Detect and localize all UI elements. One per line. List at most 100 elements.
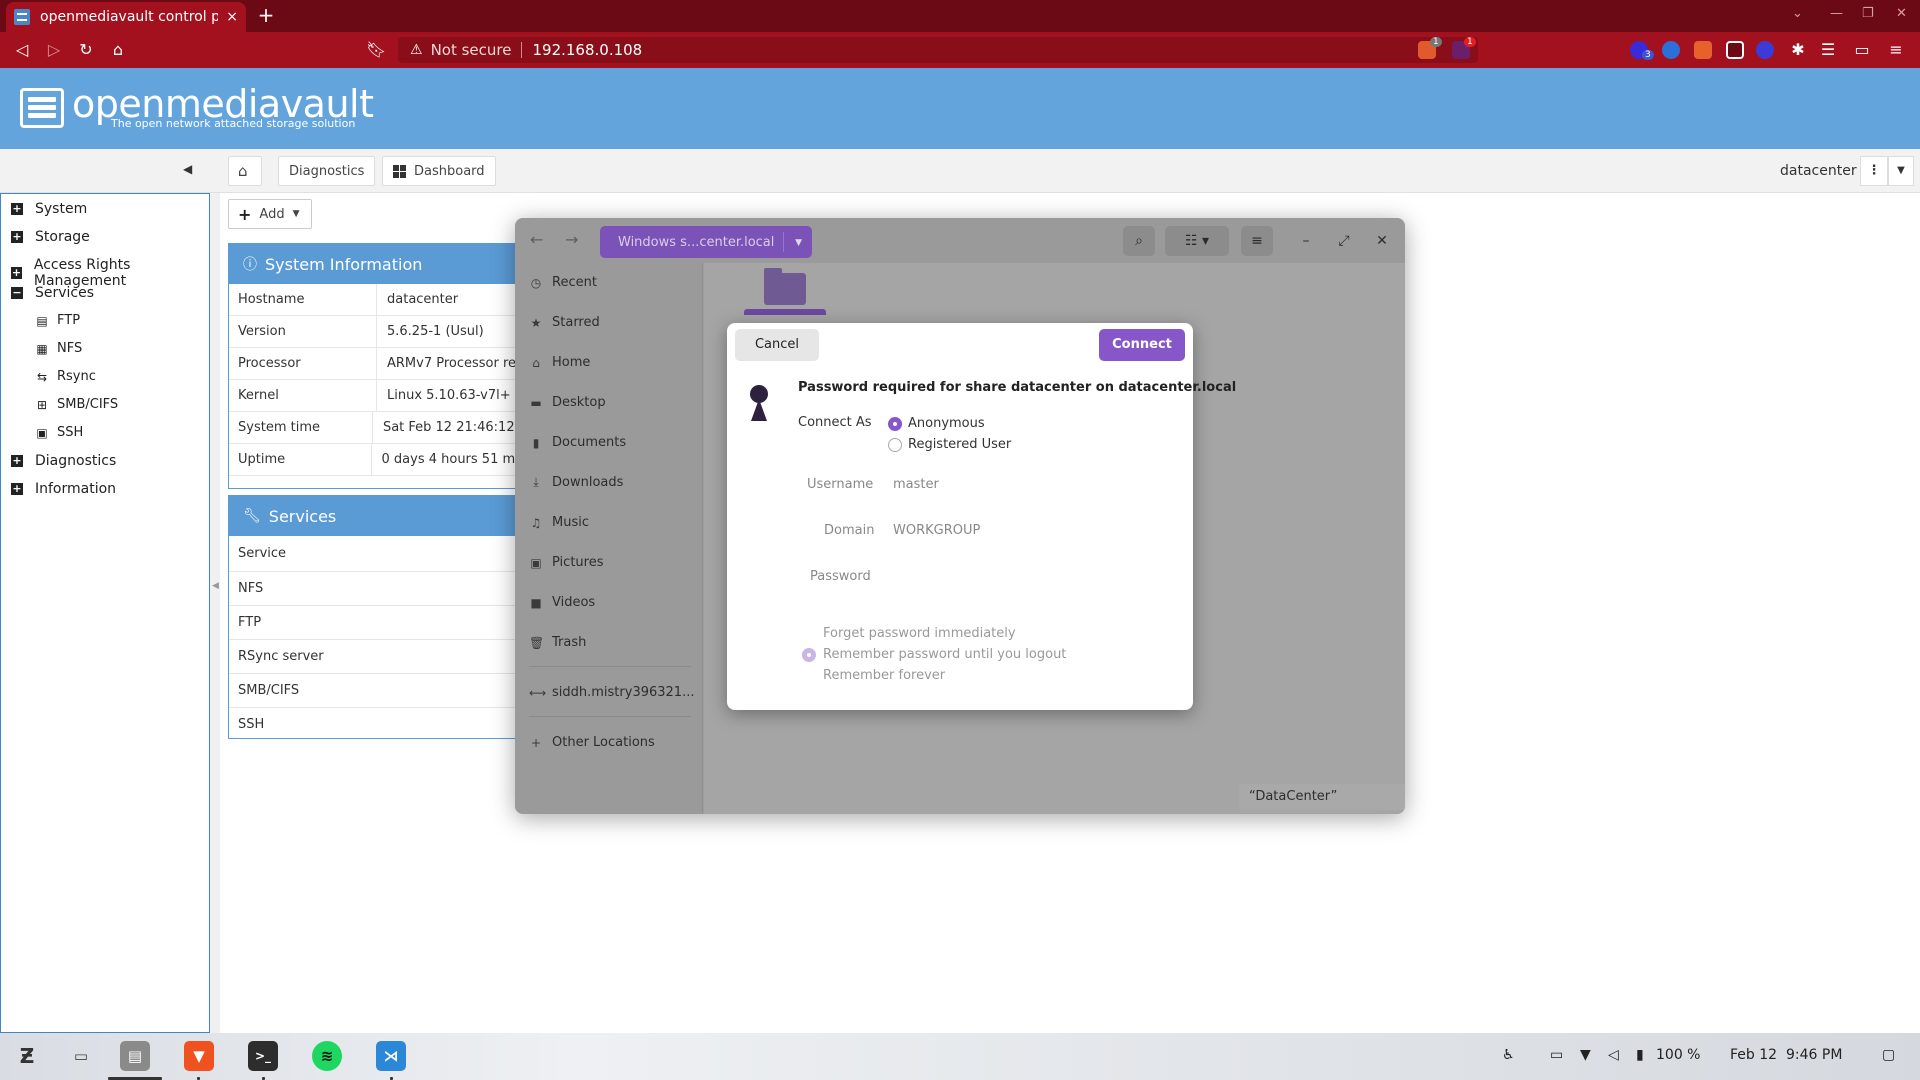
time-label[interactable]: 9:46 PM [1786, 1047, 1842, 1063]
new-tab-button[interactable]: + [254, 4, 278, 28]
username-field[interactable]: master [893, 477, 939, 492]
nav-item-ftp[interactable]: ▤ FTP [35, 313, 80, 328]
cloud-extension-icon[interactable] [1726, 41, 1744, 59]
remember-until-logout-radio[interactable] [802, 648, 816, 662]
nav-item-diagnostics[interactable]: + Diagnostics [11, 453, 116, 469]
shared-folder-icon[interactable] [764, 268, 806, 305]
path-dropdown-icon[interactable]: ▼ [795, 238, 802, 248]
battery-icon[interactable]: ▮ [1636, 1047, 1644, 1063]
nav-item-storage[interactable]: + Storage [11, 229, 90, 245]
place-pictures[interactable]: ▣ Pictures [529, 555, 603, 570]
nav-item-services[interactable]: − Services [11, 285, 94, 301]
registered-user-radio[interactable] [888, 438, 902, 452]
forward-icon[interactable]: ▷ [44, 40, 64, 60]
collapse-sidebar-icon[interactable]: ◀ [183, 162, 192, 176]
remember-until-logout-option[interactable]: Remember password until you logout [823, 647, 1066, 662]
anonymous-radio[interactable] [888, 417, 902, 431]
location-path-button[interactable]: Windows s...center.local ▼ [600, 226, 812, 258]
search-icon[interactable]: ⌕ [1123, 226, 1155, 256]
puzzle-extensions-icon[interactable]: ✱ [1788, 40, 1808, 60]
password-field[interactable] [893, 565, 1173, 587]
hamburger-menu-icon[interactable]: ≡ [1241, 226, 1273, 256]
files-app-icon[interactable]: ▤ [120, 1041, 150, 1071]
remember-forever-option[interactable]: Remember forever [823, 668, 945, 683]
dropdown-chevron-icon[interactable]: ▼ [1888, 156, 1914, 186]
minimize-icon[interactable]: – [1295, 230, 1317, 252]
anonymous-label[interactable]: Anonymous [908, 416, 985, 431]
home-icon[interactable]: ⌂ [108, 40, 128, 60]
place-network-share[interactable]: ⟷ siddh.mistry396321... [529, 685, 694, 700]
tab-close-icon[interactable]: × [226, 9, 238, 25]
place-home[interactable]: ⌂ Home [529, 355, 590, 370]
reload-icon[interactable]: ↻ [76, 40, 96, 60]
battery-percent[interactable]: 100 % [1656, 1047, 1700, 1063]
close-window-icon[interactable]: ✕ [1896, 6, 1907, 21]
place-recent[interactable]: ◷ Recent [529, 275, 597, 290]
view-options-icon[interactable]: ☷ ▾ [1165, 226, 1229, 256]
place-desktop[interactable]: ▬ Desktop [529, 395, 605, 410]
bookmark-icon[interactable]: 🔖︎ [366, 40, 386, 60]
display-icon[interactable]: ▭ [1550, 1047, 1563, 1063]
workspaces-icon[interactable]: ▭ [66, 1041, 96, 1071]
fire-extension-icon[interactable] [1694, 41, 1712, 59]
browser-tab[interactable]: openmediavault control pane × [6, 2, 246, 32]
place-music[interactable]: ♫ Music [529, 515, 589, 530]
s-extension-icon[interactable] [1756, 41, 1774, 59]
zorin-menu-icon[interactable]: Ƶ [12, 1041, 42, 1071]
expand-icon[interactable]: + [11, 267, 22, 279]
restore-window-icon[interactable]: ❐ [1862, 6, 1874, 21]
splitter-arrow-icon[interactable]: ◀ [212, 581, 219, 591]
place-trash[interactable]: 🗑︎ Trash [529, 635, 586, 650]
nav-item-nfs[interactable]: ▦ NFS [35, 341, 82, 356]
expand-icon[interactable]: + [11, 483, 23, 495]
registered-user-label[interactable]: Registered User [908, 437, 1011, 452]
minimize-window-icon[interactable]: — [1830, 6, 1843, 21]
collapse-icon[interactable]: − [11, 287, 23, 299]
domain-field[interactable]: WORKGROUP [893, 523, 980, 538]
expand-icon[interactable]: + [11, 231, 23, 243]
volume-icon[interactable]: ◁ [1608, 1047, 1619, 1063]
wallet-icon[interactable]: ▭ [1852, 40, 1872, 60]
nav-item-information[interactable]: + Information [11, 481, 116, 497]
playlist-icon[interactable]: ☰ [1818, 40, 1838, 60]
user-name[interactable]: datacenter [1780, 163, 1857, 179]
table-header[interactable]: Service [229, 536, 527, 572]
connect-button[interactable]: Connect [1099, 329, 1185, 361]
spotify-icon[interactable]: ≋ [312, 1041, 342, 1071]
notifications-icon[interactable]: ▢ [1882, 1047, 1895, 1063]
place-videos[interactable]: ■ Videos [529, 595, 595, 610]
close-icon[interactable]: ✕ [1371, 230, 1393, 252]
accessibility-icon[interactable]: ♿︎ [1502, 1047, 1515, 1063]
back-icon[interactable]: ◁ [12, 40, 32, 60]
breadcrumb-diagnostics[interactable]: Diagnostics [278, 156, 376, 186]
check-extension-icon[interactable] [1662, 41, 1680, 59]
place-other-locations[interactable]: + Other Locations [529, 735, 655, 750]
nav-item-rsync[interactable]: ⇆ Rsync [35, 369, 96, 384]
place-documents[interactable]: ▮ Documents [529, 435, 626, 450]
brave-browser-icon[interactable]: ▼ [184, 1041, 214, 1071]
date-label[interactable]: Feb 12 [1730, 1047, 1777, 1063]
nav-item-system[interactable]: + System [11, 201, 87, 217]
cancel-button[interactable]: Cancel [735, 329, 819, 361]
wifi-icon[interactable]: ▼ [1580, 1047, 1591, 1063]
home-crumb-icon[interactable]: ⌂ [228, 156, 262, 186]
forget-immediately-option[interactable]: Forget password immediately [823, 626, 1016, 641]
sidebar-splitter[interactable]: ◀ [210, 193, 220, 1033]
address-bar[interactable]: ⚠ Not secure 192.168.0.108 ⚷ [398, 37, 1478, 63]
more-menu-icon[interactable]: ⋮ [1860, 156, 1888, 186]
back-arrow-icon[interactable]: ← [530, 230, 543, 249]
terminal-app-icon[interactable]: >_ [248, 1041, 278, 1071]
add-widget-button[interactable]: + Add ▼ [228, 199, 312, 229]
security-status[interactable]: Not secure [431, 41, 512, 59]
url-text[interactable]: 192.168.0.108 [532, 41, 642, 59]
nav-item-ssh[interactable]: ▣ SSH [35, 425, 83, 440]
place-downloads[interactable]: ⤓ Downloads [529, 475, 623, 490]
expand-icon[interactable]: + [11, 455, 23, 467]
forward-arrow-icon[interactable]: → [565, 230, 578, 249]
tab-list-chevron-icon[interactable]: ⌄ [1792, 6, 1803, 21]
nav-item-smb[interactable]: ⊞ SMB/CIFS [35, 397, 118, 412]
maximize-icon[interactable]: ⤢ [1333, 230, 1355, 252]
breadcrumb-dashboard[interactable]: Dashboard [382, 156, 496, 186]
vscode-icon[interactable]: ⋊ [376, 1041, 406, 1071]
place-starred[interactable]: ★ Starred [529, 315, 600, 330]
